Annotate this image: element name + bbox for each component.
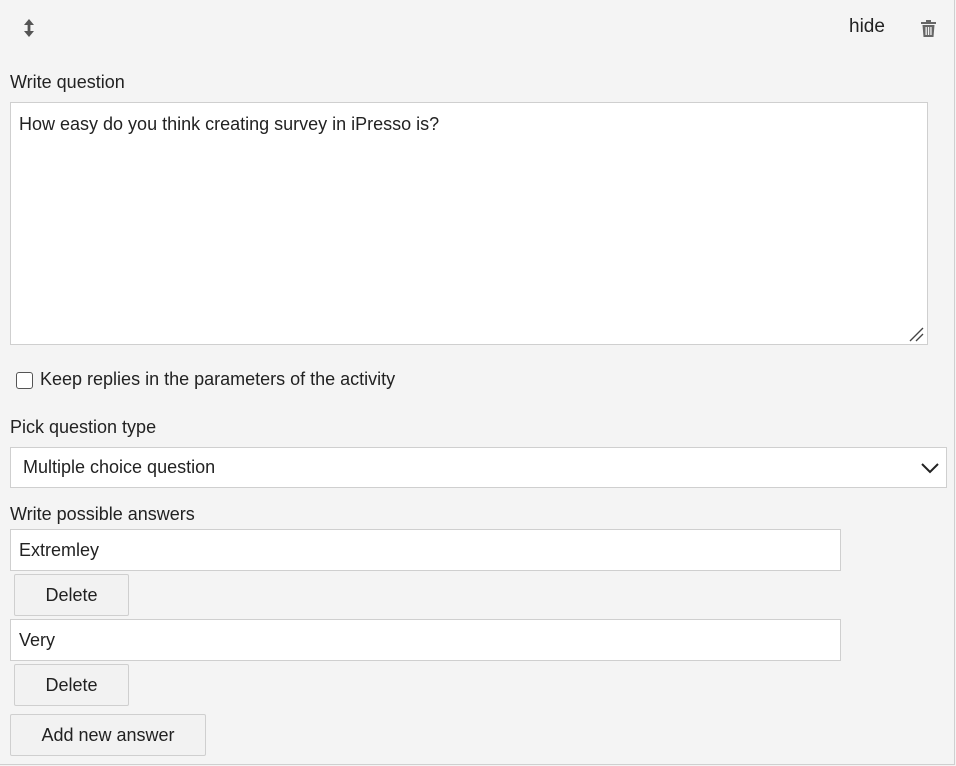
question-type-value: Multiple choice question bbox=[23, 457, 216, 477]
keep-replies-checkbox[interactable] bbox=[16, 372, 33, 389]
hide-link[interactable]: hide bbox=[849, 16, 885, 38]
trash-icon[interactable] bbox=[920, 19, 937, 38]
question-type-select[interactable]: Multiple choice question bbox=[10, 447, 947, 488]
question-type-label: Pick question type bbox=[10, 417, 157, 437]
keep-replies-label: Keep replies in the parameters of the ac… bbox=[40, 369, 396, 389]
delete-answer-button[interactable]: Delete bbox=[14, 664, 129, 706]
question-editor-panel: hide Write question How easy do you thin… bbox=[0, 0, 955, 765]
add-answer-button[interactable]: Add new answer bbox=[10, 714, 206, 756]
answer-input[interactable] bbox=[10, 529, 841, 571]
updown-arrow-icon[interactable] bbox=[21, 17, 37, 39]
delete-answer-button[interactable]: Delete bbox=[14, 574, 129, 616]
chevron-down-icon bbox=[921, 463, 939, 474]
question-textarea[interactable]: How easy do you think creating survey in… bbox=[10, 102, 928, 345]
answers-label: Write possible answers bbox=[10, 504, 195, 524]
question-label: Write question bbox=[10, 72, 125, 92]
answer-input[interactable] bbox=[10, 619, 841, 661]
